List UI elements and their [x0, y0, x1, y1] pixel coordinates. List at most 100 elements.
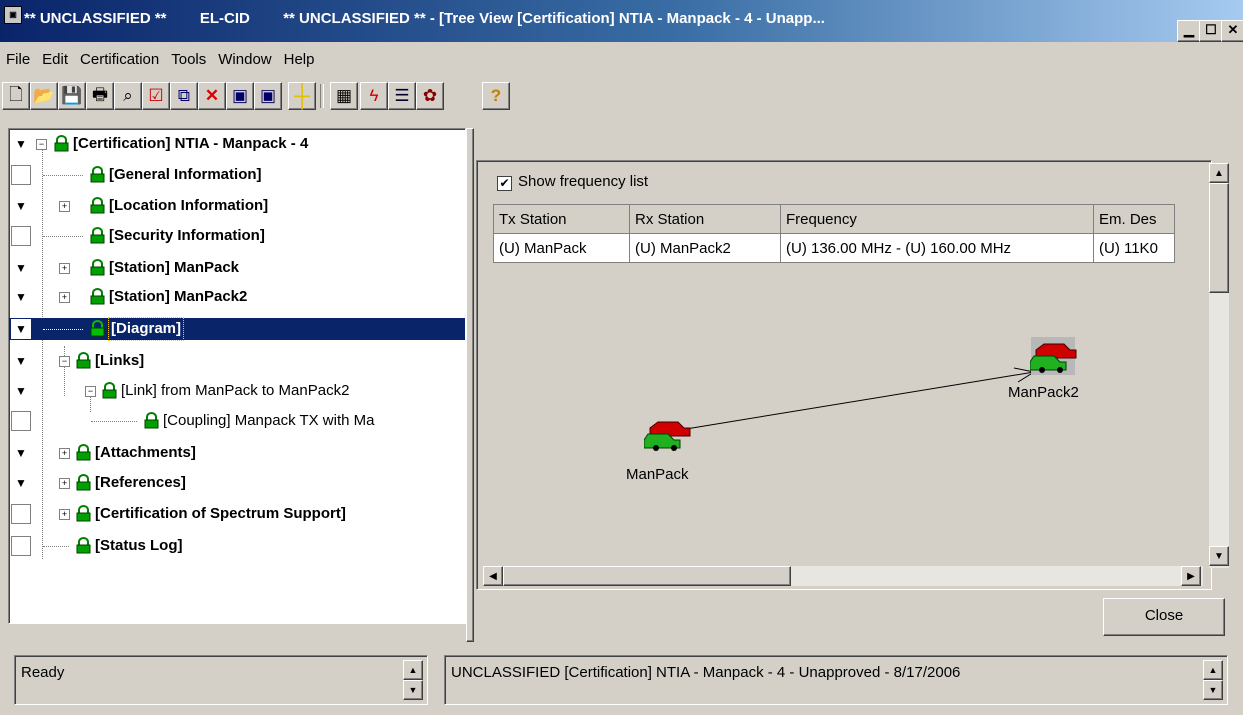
tree-item-certification[interactable]: ▼ − [Certification] NTIA - Manpack - 4 — [9, 133, 465, 155]
spin-down-icon[interactable]: ▼ — [1203, 680, 1223, 700]
spin-up-icon[interactable]: ▲ — [403, 660, 423, 680]
close-window-button[interactable]: ✕ — [1221, 20, 1243, 42]
tree-marker-icon — [11, 536, 31, 556]
scroll-right-icon[interactable]: ▶ — [1181, 566, 1201, 586]
crosshair-icon[interactable]: ┼ — [288, 82, 316, 110]
lock-icon — [54, 135, 69, 152]
tree-item-station-manpack[interactable]: ▼ + [Station] ManPack — [9, 257, 465, 279]
manpack-node-label: ManPack — [626, 466, 689, 483]
link-arrow[interactable] — [476, 300, 1210, 560]
tree-marker-icon: ▼ — [11, 319, 31, 339]
tree-item-attachments[interactable]: ▼ + [Attachments] — [9, 442, 465, 464]
expand-icon[interactable]: + — [59, 509, 70, 520]
tree-item-links[interactable]: ▼ − [Links] — [9, 350, 465, 372]
collapse-icon[interactable]: − — [36, 139, 47, 150]
splitter[interactable] — [466, 128, 474, 642]
column-header-tx-station[interactable]: Tx Station — [493, 204, 630, 234]
tree-item-station-manpack2[interactable]: ▼ + [Station] ManPack2 — [9, 286, 465, 308]
status-detail-text: UNCLASSIFIED [Certification] NTIA - Manp… — [451, 664, 961, 681]
tree-item-location-information[interactable]: ▼ + [Location Information] — [9, 195, 465, 217]
vertical-scroll-thumb[interactable] — [1209, 183, 1229, 293]
status-text: Ready — [21, 664, 65, 681]
lock-icon — [144, 412, 159, 429]
menu-bar: File Edit Certification Tools Window Help — [0, 48, 320, 72]
expand-icon[interactable]: + — [59, 201, 70, 212]
status-panel-left: Ready ▲ ▼ — [14, 655, 428, 705]
lock-icon — [76, 474, 91, 491]
tree-item-label: [Coupling] Manpack TX with Ma — [163, 412, 375, 429]
find-icon[interactable]: ⌕ — [114, 82, 142, 110]
tree-item-label: [Location Information] — [109, 197, 269, 214]
manpack2-node-icon[interactable] — [1030, 340, 1078, 376]
calculator-icon[interactable]: ▦ — [330, 82, 358, 110]
spin-up-icon[interactable]: ▲ — [1203, 660, 1223, 680]
export-icon[interactable]: ▣ — [226, 82, 254, 110]
expand-icon[interactable]: + — [59, 263, 70, 274]
tree-item-diagram[interactable]: ▼ [Diagram] — [9, 317, 465, 341]
tree-marker-icon — [11, 411, 31, 431]
tree-item-label: [Station] ManPack — [109, 259, 240, 276]
lightning-icon[interactable]: ϟ — [360, 82, 388, 110]
collapse-icon[interactable]: − — [59, 356, 70, 367]
expand-icon[interactable]: + — [59, 478, 70, 489]
tree-item-certification-of-spectrum-support[interactable]: + [Certification of Spectrum Support] — [9, 503, 465, 525]
horizontal-scroll-thumb[interactable] — [503, 566, 791, 586]
close-button[interactable]: Close — [1103, 598, 1225, 636]
vertical-scrollbar[interactable]: ▲ ▼ — [1209, 163, 1229, 568]
list-icon[interactable]: ☰ — [388, 82, 416, 110]
new-icon[interactable]: 🗋 — [2, 82, 30, 110]
tree-item-label: [Attachments] — [95, 444, 196, 461]
app-icon[interactable]: ▣ — [4, 6, 22, 24]
scroll-up-icon[interactable]: ▲ — [1209, 163, 1229, 183]
tree-connector — [43, 236, 83, 237]
minimize-button[interactable]: ▁ — [1177, 20, 1201, 42]
tree-marker-icon — [11, 226, 31, 246]
column-header-rx-station[interactable]: Rx Station — [629, 204, 781, 234]
tree-item-label: [Certification] NTIA - Manpack - 4 — [73, 135, 309, 152]
lock-icon — [76, 352, 91, 369]
menu-window[interactable]: Window — [212, 48, 277, 72]
table-row[interactable]: (U) ManPack (U) ManPack2 (U) 136.00 MHz … — [493, 233, 1175, 263]
tree-item-label: [General Information] — [109, 166, 262, 183]
menu-edit[interactable]: Edit — [36, 48, 74, 72]
spin-down-icon[interactable]: ▼ — [403, 680, 423, 700]
expand-icon[interactable]: + — [59, 292, 70, 303]
tree-item-status-log[interactable]: [Status Log] — [9, 535, 465, 557]
tree-connector — [43, 175, 83, 176]
title-bar[interactable]: ▣ ** UNCLASSIFIED ** EL-CID ** UNCLASSIF… — [0, 0, 1243, 42]
scroll-left-icon[interactable]: ◀ — [483, 566, 503, 586]
lock-icon — [90, 288, 105, 305]
horizontal-scrollbar[interactable]: ◀ ▶ — [483, 566, 1203, 586]
print-icon[interactable]: 🖶 — [86, 82, 114, 110]
settings-icon[interactable]: ✿ — [416, 82, 444, 110]
tree-item-link[interactable]: ▼ − [Link] from ManPack to ManPack2 — [9, 380, 465, 402]
tree-item-references[interactable]: ▼ + [References] — [9, 472, 465, 494]
menu-file[interactable]: File — [0, 48, 36, 72]
expand-icon[interactable]: + — [59, 448, 70, 459]
tree-item-security-information[interactable]: [Security Information] — [9, 225, 465, 247]
menu-tools[interactable]: Tools — [165, 48, 212, 72]
help-icon[interactable]: ? — [482, 82, 510, 110]
scroll-down-icon[interactable]: ▼ — [1209, 546, 1229, 566]
column-header-frequency[interactable]: Frequency — [780, 204, 1094, 234]
menu-certification[interactable]: Certification — [74, 48, 165, 72]
table-cell: (U) ManPack — [493, 233, 630, 263]
save-icon[interactable]: 💾 — [58, 82, 86, 110]
table-cell: (U) 136.00 MHz - (U) 160.00 MHz — [780, 233, 1094, 263]
manpack-node-icon[interactable] — [644, 418, 692, 454]
tree-view[interactable]: ▼ − [Certification] NTIA - Manpack - 4 [… — [8, 128, 466, 624]
column-header-em-des[interactable]: Em. Des — [1093, 204, 1175, 234]
maximize-button[interactable]: ☐ — [1199, 20, 1223, 42]
manpack2-node-label: ManPack2 — [1008, 384, 1079, 401]
lock-icon — [76, 537, 91, 554]
validate-icon[interactable]: ☑ — [142, 82, 170, 110]
copy-icon[interactable]: ⧉ — [170, 82, 198, 110]
show-frequency-list-checkbox[interactable]: ✔ — [497, 176, 512, 191]
tree-item-coupling[interactable]: [Coupling] Manpack TX with Ma — [9, 410, 465, 432]
import-icon[interactable]: ▣ — [254, 82, 282, 110]
menu-help[interactable]: Help — [278, 48, 321, 72]
open-icon[interactable]: 📂 — [30, 82, 58, 110]
tree-item-general-information[interactable]: [General Information] — [9, 164, 465, 186]
delete-icon[interactable]: ✕ — [198, 82, 226, 110]
collapse-icon[interactable]: − — [85, 386, 96, 397]
